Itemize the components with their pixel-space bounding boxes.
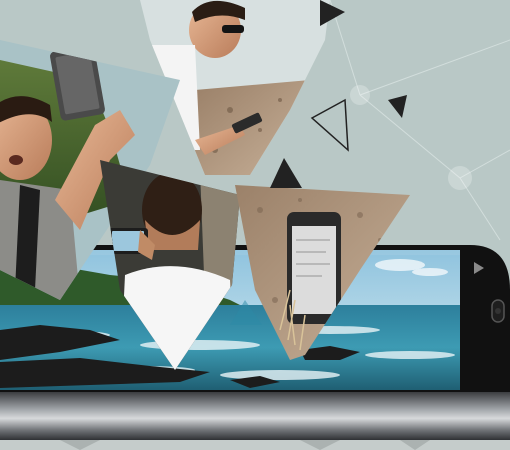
collage-artwork: [0, 0, 510, 450]
network-node: [350, 85, 370, 105]
collage-scene: [0, 0, 510, 450]
phone-frame: [0, 392, 510, 440]
network-node: [448, 166, 472, 190]
camera-lens-icon: [495, 308, 501, 314]
